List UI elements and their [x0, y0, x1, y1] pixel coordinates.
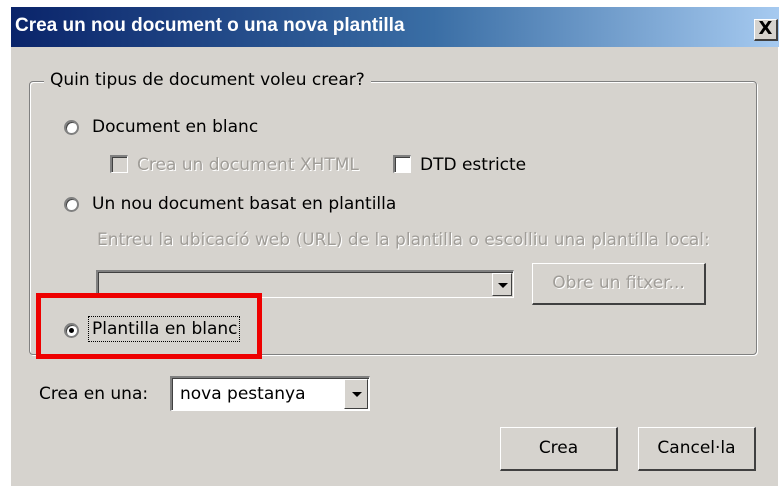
- xhtml-checkbox-label: Crea un document XHTML: [137, 155, 359, 175]
- create-in-dropdown-button[interactable]: [344, 379, 368, 409]
- blank-document-label[interactable]: Document en blanc: [92, 117, 258, 137]
- template-url-dropdown-button[interactable]: [492, 273, 512, 296]
- close-button[interactable]: X: [754, 19, 778, 41]
- create-in-label: Crea en una:: [39, 384, 149, 404]
- template-document-label[interactable]: Un nou document basat en plantilla: [92, 194, 396, 214]
- chevron-down-icon: [352, 392, 362, 397]
- cancel-button[interactable]: Cancel·la: [638, 427, 756, 471]
- template-document-radio[interactable]: [64, 197, 79, 212]
- create-in-value: nova pestanya: [180, 384, 306, 404]
- create-in-select[interactable]: nova pestanya: [170, 376, 370, 411]
- highlight-annotation: [36, 293, 262, 359]
- dialog-title: Crea un nou document o una nova plantill…: [15, 15, 405, 36]
- strict-dtd-checkbox[interactable]: [393, 155, 411, 173]
- title-bar[interactable]: Crea un nou document o una nova plantill…: [11, 7, 779, 47]
- open-file-button[interactable]: Obre un fitxer...: [532, 263, 706, 305]
- group-legend: Quin tipus de document voleu crear?: [44, 70, 371, 90]
- blank-document-radio[interactable]: [64, 120, 79, 135]
- template-url-hint: Entreu la ubicació web (URL) de la plant…: [97, 230, 710, 250]
- chevron-down-icon: [498, 283, 508, 288]
- strict-dtd-label[interactable]: DTD estricte: [420, 155, 526, 175]
- create-button[interactable]: Crea: [500, 427, 618, 471]
- close-icon: X: [758, 18, 773, 39]
- xhtml-checkbox[interactable]: [110, 155, 128, 173]
